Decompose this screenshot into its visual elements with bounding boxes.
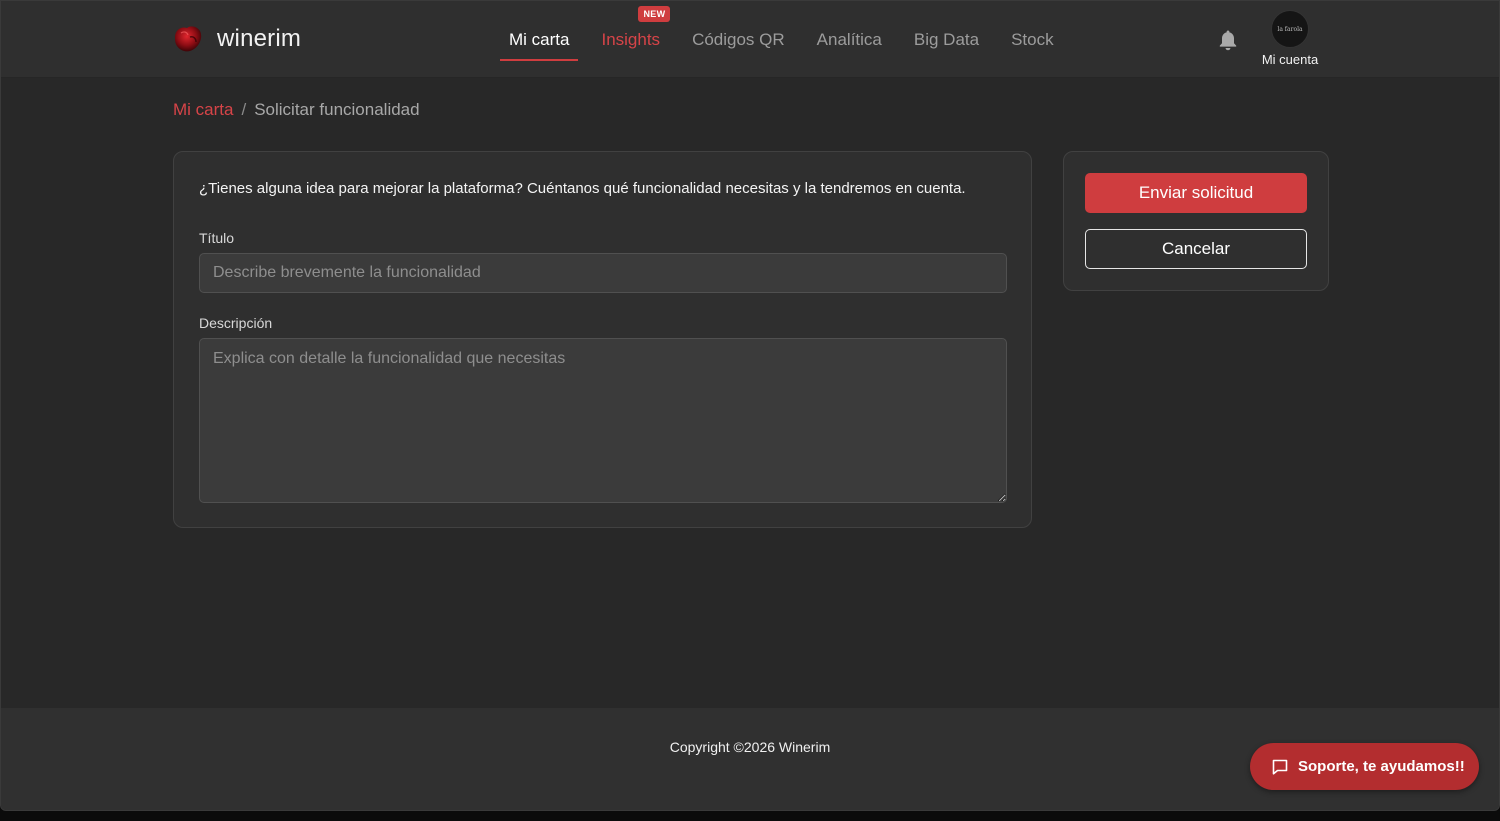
feature-request-form: ¿Tienes alguna idea para mejorar la plat… [173, 151, 1032, 528]
support-label: Soporte, te ayudamos!! [1298, 758, 1465, 775]
brand-name: winerim [217, 25, 302, 52]
nav-item-label: Códigos QR [692, 29, 785, 49]
brand-logo[interactable]: winerim [172, 23, 301, 55]
account-menu[interactable]: la farola Mi cuenta [1254, 10, 1326, 67]
nav-item-codigos-qr[interactable]: Códigos QR [683, 1, 794, 78]
nav-item-insights[interactable]: NEW Insights [592, 1, 671, 78]
breadcrumb-separator: / [241, 100, 247, 119]
bell-icon[interactable] [1218, 29, 1238, 51]
nav-item-label: Insights [601, 29, 661, 49]
main-nav: Mi carta NEW Insights Códigos QR Analíti… [500, 1, 1077, 78]
title-input[interactable] [199, 253, 1007, 293]
account-label: Mi cuenta [1261, 52, 1319, 67]
form-actions-panel: Enviar solicitud Cancelar [1063, 151, 1329, 291]
cancel-button[interactable]: Cancelar [1085, 229, 1307, 269]
submit-request-button[interactable]: Enviar solicitud [1085, 173, 1307, 213]
top-navbar: winerim Mi carta NEW Insights Códigos QR… [1, 1, 1499, 78]
chat-bubble-icon [1272, 759, 1288, 775]
app-window: winerim Mi carta NEW Insights Códigos QR… [0, 0, 1500, 811]
new-badge: NEW [638, 6, 671, 22]
support-chat-button[interactable]: Soporte, te ayudamos!! [1250, 743, 1479, 790]
breadcrumb: Mi carta / Solicitar funcionalidad [173, 100, 420, 120]
wine-drop-logo-icon [175, 26, 202, 52]
nav-item-big-data[interactable]: Big Data [905, 1, 988, 78]
nav-item-label: Stock [1011, 29, 1054, 49]
nav-item-mi-carta[interactable]: Mi carta [500, 1, 579, 78]
avatar: la farola [1271, 10, 1309, 48]
nav-item-label: Big Data [913, 29, 980, 49]
form-intro: ¿Tienes alguna idea para mejorar la plat… [199, 180, 966, 197]
nav-item-label: Analítica [816, 29, 882, 49]
nav-item-analitica[interactable]: Analítica [808, 1, 891, 78]
breadcrumb-current: Solicitar funcionalidad [254, 100, 420, 119]
nav-item-label: Mi carta [509, 29, 570, 49]
title-label: Título [199, 230, 235, 246]
description-label: Descripción [199, 315, 273, 331]
breadcrumb-link-mi-carta[interactable]: Mi carta [173, 100, 233, 120]
description-textarea[interactable] [199, 338, 1007, 503]
nav-item-stock[interactable]: Stock [1002, 1, 1063, 78]
avatar-logo-text: la farola [1277, 25, 1303, 33]
